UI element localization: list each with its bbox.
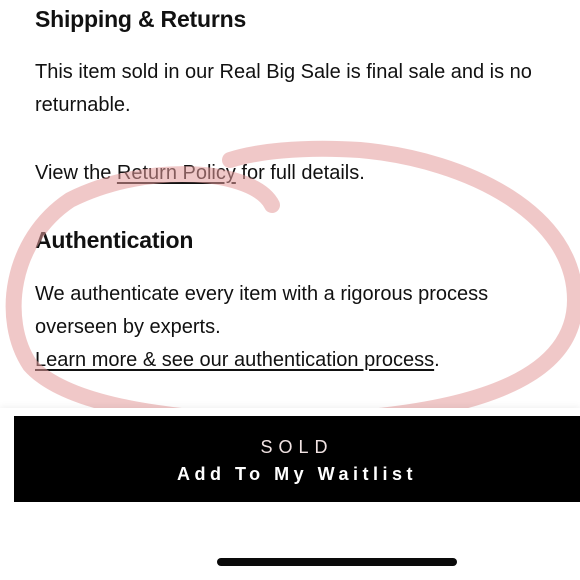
shipping-text-line2: returnable.	[35, 94, 131, 116]
add-to-waitlist-label: Add To My Waitlist	[177, 464, 417, 484]
return-policy-text: View the Return Policy for full details.	[35, 157, 365, 190]
learn-more-authentication-link[interactable]: Learn more & see our authentication proc…	[35, 349, 434, 371]
auth-text-line2: overseen by experts.	[35, 316, 221, 338]
shipping-returns-text: This item sold in our Real Big Sale is f…	[35, 56, 532, 122]
policy-prefix: View the	[35, 162, 117, 184]
add-to-waitlist-button[interactable]: SOLD Add To My Waitlist	[14, 416, 580, 502]
bottom-cta-bar: SOLD Add To My Waitlist	[0, 408, 580, 580]
authentication-text: We authenticate every item with a rigoro…	[35, 278, 488, 377]
authentication-heading: Authentication	[35, 227, 194, 253]
shipping-text-line1: This item sold in our Real Big Sale is f…	[35, 61, 532, 83]
home-indicator[interactable]	[217, 558, 457, 566]
sold-status-label: SOLD	[260, 437, 334, 457]
auth-text-line1: We authenticate every item with a rigoro…	[35, 283, 489, 305]
shipping-returns-heading: Shipping & Returns	[35, 6, 247, 32]
learn-more-suffix: .	[434, 349, 440, 371]
policy-suffix: for full details.	[235, 162, 365, 184]
return-policy-link[interactable]: Return Policy	[117, 162, 236, 184]
